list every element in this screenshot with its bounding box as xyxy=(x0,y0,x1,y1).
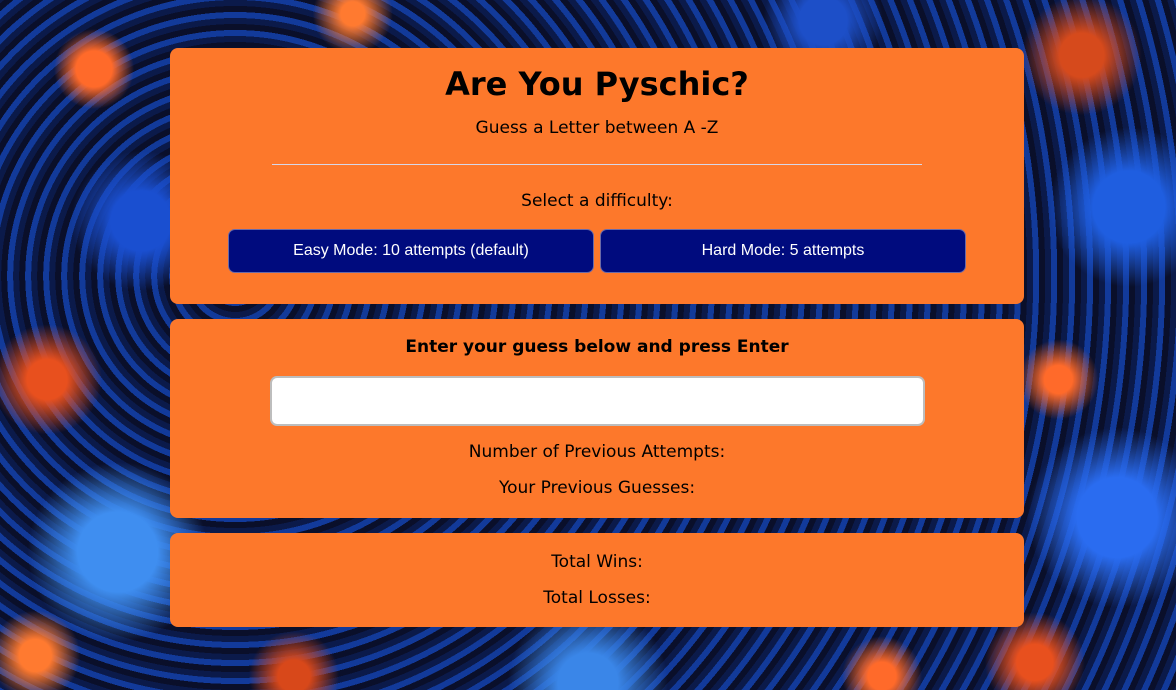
hard-mode-button[interactable]: Hard Mode: 5 attempts xyxy=(600,229,966,273)
guess-instructions: Enter your guess below and press Enter xyxy=(405,337,789,357)
previous-guesses-label: Your Previous Guesses: xyxy=(498,478,696,498)
divider xyxy=(272,164,922,165)
stats-panel: Total Wins: Total Losses: xyxy=(170,533,1024,627)
guess-panel: Enter your guess below and press Enter N… xyxy=(170,319,1024,518)
page-title: Are You Pyschic? xyxy=(445,65,749,103)
total-losses-label: Total Losses: xyxy=(543,588,651,608)
easy-mode-button[interactable]: Easy Mode: 10 attempts (default) xyxy=(228,229,594,273)
total-wins-label: Total Wins: xyxy=(551,552,643,572)
page-subtitle: Guess a Letter between A -Z xyxy=(475,118,719,138)
difficulty-label: Select a difficulty: xyxy=(521,191,673,211)
previous-attempts-label: Number of Previous Attempts: xyxy=(468,442,726,462)
title-panel: Are You Pyschic? Guess a Letter between … xyxy=(170,48,1024,304)
guess-input[interactable] xyxy=(270,376,925,426)
